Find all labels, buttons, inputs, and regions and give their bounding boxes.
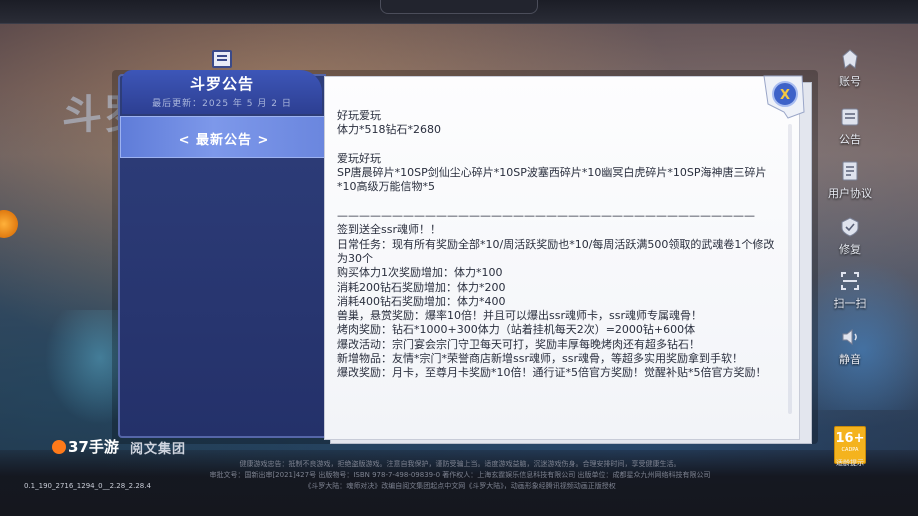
close-button[interactable]: X [758, 72, 808, 122]
age-rating-number: 16+ [835, 431, 865, 446]
side-item-account[interactable]: 账号 [822, 48, 878, 89]
close-icon: X [763, 75, 805, 119]
repair-icon [841, 217, 859, 237]
tab-latest-notice-label: < 最新公告 > [178, 133, 270, 148]
speaker-icon [842, 328, 857, 346]
brand-37-logo: 37手游 [52, 436, 119, 457]
top-bar [0, 0, 918, 24]
content-scrollbar[interactable] [788, 124, 792, 414]
announcement-title: 斗罗公告 [189, 75, 254, 93]
age-rating-label: 适龄提示 [836, 459, 864, 467]
agreement-icon [842, 161, 858, 181]
announcement-content-text: 好玩爱玩 体力*518钻石*2680 爱玩好玩 SP唐晨碎片*10SP剑仙尘心碎… [337, 109, 775, 380]
side-item-agreement[interactable]: 用户协议 [822, 160, 878, 201]
legal-text-line1: 健康游戏忠告：抵制不良游戏，拒绝盗版游戏。注意自我保护，谨防受骗上当。适度游戏益… [239, 460, 681, 468]
announcement-update-date: 最后更新：2025 年 5 月 2 日 [152, 99, 292, 109]
side-item-mute[interactable]: 静音 [822, 326, 878, 367]
side-item-notice[interactable]: 公告 [822, 106, 878, 147]
announcement-pin-icon [212, 50, 232, 68]
notice-icon [841, 108, 859, 126]
side-item-scan[interactable]: 扫一扫 [822, 270, 878, 311]
brand-37-text: 37手游 [68, 438, 119, 456]
account-icon [842, 49, 858, 69]
legal-text-line3: 《斗罗大陆：魂师对决》改编自阅文集团起点中文网《斗罗大陆》，动画形象经腾讯视频动… [304, 482, 616, 490]
version-text: 0.1_190_2716_1294_0__2.28_2.28.4 [24, 482, 151, 490]
brand-yuewen-logo: 阅文集团 [130, 442, 187, 457]
legal-text-line2: 审批文号：国新出审[2021]427号 出版物号：ISBN 978-7-498-… [209, 471, 711, 479]
scan-icon [841, 272, 859, 290]
close-label: X [780, 88, 790, 103]
side-item-repair[interactable]: 修复 [822, 216, 878, 257]
age-rating-org: CADPA [841, 447, 859, 453]
